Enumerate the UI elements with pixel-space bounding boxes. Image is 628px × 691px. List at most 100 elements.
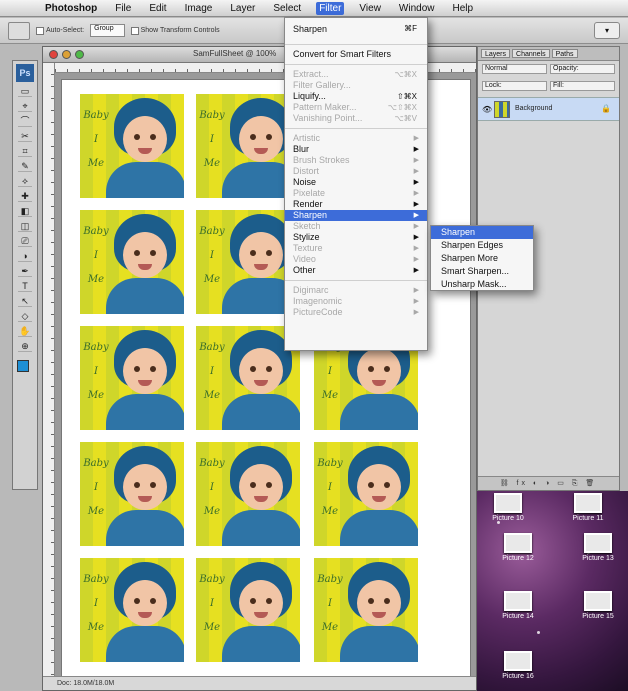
desktop-file-icon[interactable]: Picture 12 xyxy=(487,533,549,562)
auto-select-dropdown[interactable]: Group xyxy=(90,24,125,37)
filter-menu-item-imagenomic[interactable]: Imagenomic ▶ xyxy=(285,296,427,307)
filter-menu-item-noise[interactable]: Noise ▶ xyxy=(285,177,427,188)
tool-button[interactable]: ✒ xyxy=(18,265,32,277)
show-transform-checkbox[interactable]: Show Transform Controls xyxy=(130,26,220,35)
filter-menu-item-extract[interactable]: Extract... ⌥⌘X xyxy=(285,69,427,80)
filter-menu-item-video[interactable]: Video ▶ xyxy=(285,254,427,265)
filter-menu-item-texture[interactable]: Texture ▶ xyxy=(285,243,427,254)
baby-face xyxy=(239,116,283,162)
desktop-file-icon[interactable]: Picture 14 xyxy=(487,591,549,620)
sharpen-submenu-item[interactable]: Sharpen Edges xyxy=(431,239,533,252)
baby-jacket xyxy=(106,394,184,430)
desktop-file-label: Picture 12 xyxy=(502,555,534,562)
foreground-color-swatch[interactable] xyxy=(17,360,29,372)
menu-filter[interactable]: Filter xyxy=(316,1,345,15)
blend-mode-dropdown[interactable]: Normal xyxy=(482,64,547,74)
photo-tile: Baby I Me xyxy=(80,442,184,546)
tool-button[interactable]: ▭ xyxy=(18,85,32,97)
tool-button[interactable]: ↖ xyxy=(18,295,32,307)
close-window-button[interactable] xyxy=(49,50,58,59)
minimize-window-button[interactable] xyxy=(62,50,71,59)
menu-photoshop[interactable]: Photoshop xyxy=(42,2,100,15)
filter-menu-item-pattern-maker[interactable]: Pattern Maker... ⌥⇧⌘X xyxy=(285,102,427,113)
opacity-field[interactable]: Opacity: xyxy=(550,64,615,74)
filter-menu-item-other[interactable]: Other ▶ xyxy=(285,265,427,276)
filter-menu-item-brush-strokes[interactable]: Brush Strokes ▶ xyxy=(285,155,427,166)
tab-channels[interactable]: Channels xyxy=(512,49,550,58)
tool-button[interactable]: ⊕ xyxy=(18,340,32,352)
sharpen-submenu-item[interactable]: Unsharp Mask... xyxy=(431,278,533,291)
tool-button[interactable]: ✋ xyxy=(18,325,32,337)
tool-button[interactable]: ✂ xyxy=(18,130,32,142)
tool-button[interactable]: ◑ xyxy=(18,250,32,262)
filter-menu-item-artistic[interactable]: Artistic ▶ xyxy=(285,133,427,144)
tool-button[interactable]: ◧ xyxy=(18,205,32,217)
script-line: Baby xyxy=(83,458,109,469)
fill-field[interactable]: Fill: xyxy=(550,81,615,91)
move-tool-preset-button[interactable] xyxy=(8,21,30,40)
filter-menu-item-render[interactable]: Render ▶ xyxy=(285,199,427,210)
tool-button[interactable]: ⌒ xyxy=(18,115,32,127)
mouth xyxy=(372,496,386,502)
filter-menu-item-sharpen[interactable]: Sharpen ⌘F xyxy=(285,18,427,40)
filter-menu-item-filter-gallery[interactable]: Filter Gallery... xyxy=(285,80,427,91)
eye xyxy=(134,250,140,256)
tool-button[interactable]: ◇ xyxy=(18,310,32,322)
tab-paths[interactable]: Paths xyxy=(551,49,578,58)
auto-select-checkbox[interactable]: Auto-Select: xyxy=(36,26,84,35)
tool-button[interactable]: ⌗ xyxy=(18,145,32,157)
layer-row-background[interactable]: 👁 Background 🔒 xyxy=(478,97,619,121)
filter-menu-item-picturecode[interactable]: PictureCode ▶ xyxy=(285,307,427,318)
desktop-file-icon[interactable]: Picture 11 xyxy=(557,493,619,522)
sharpen-submenu-item[interactable]: Sharpen xyxy=(431,226,533,239)
tool-button[interactable]: T xyxy=(18,280,32,292)
menu-file[interactable]: File xyxy=(112,2,134,15)
tool-button[interactable]: ⌖ xyxy=(18,100,32,112)
tool-button[interactable]: ◫ xyxy=(18,220,32,232)
layers-panel-footer[interactable]: ⛓ fx ◐ ◑ ▭ ⎘ 🗑 xyxy=(478,476,619,490)
tool-button[interactable]: ✚ xyxy=(18,190,32,202)
filter-menu-item-liquify[interactable]: Liquify... ⇧⌘X xyxy=(285,91,427,102)
filter-menu-item-distort[interactable]: Distort ▶ xyxy=(285,166,427,177)
filter-menu-item-convert-for-smart-filters[interactable]: Convert for Smart Filters xyxy=(285,49,427,60)
menu-layer[interactable]: Layer xyxy=(227,2,258,15)
menu-window[interactable]: Window xyxy=(396,2,438,15)
filter-menu-item-digimarc[interactable]: Digimarc ▶ xyxy=(285,285,427,296)
menu-image[interactable]: Image xyxy=(182,2,216,15)
tool-button[interactable]: ⟡ xyxy=(18,175,32,187)
script-line: I xyxy=(210,598,214,609)
menu-select[interactable]: Select xyxy=(270,2,304,15)
sharpen-submenu-item[interactable]: Sharpen More xyxy=(431,252,533,265)
filter-menu-item-blur[interactable]: Blur ▶ xyxy=(285,144,427,155)
mouth xyxy=(372,612,386,618)
lock-controls[interactable]: Lock: xyxy=(482,81,547,91)
desktop-file-icon[interactable]: Picture 16 xyxy=(487,651,549,680)
filter-menu: Sharpen ⌘F Convert for Smart Filters Extrac… xyxy=(284,17,428,351)
workspace-button[interactable]: ▾ xyxy=(594,22,620,39)
filter-menu-item-sharpen[interactable]: Sharpen ▶ xyxy=(285,210,427,221)
menu-view[interactable]: View xyxy=(356,2,384,15)
filter-menu-item-sketch[interactable]: Sketch ▶ xyxy=(285,221,427,232)
image-file-icon xyxy=(504,651,532,671)
eye-icon[interactable]: 👁 xyxy=(482,105,492,114)
menu-edit[interactable]: Edit xyxy=(146,2,169,15)
menu-help[interactable]: Help xyxy=(450,2,477,15)
vertical-ruler[interactable] xyxy=(43,63,55,676)
desktop-file-icon[interactable]: Picture 15 xyxy=(567,591,628,620)
tool-button[interactable]: ⎚ xyxy=(18,235,32,247)
menu-item-label: Render xyxy=(293,199,323,209)
script-line: I xyxy=(328,366,332,377)
filter-menu-item-pixelate[interactable]: Pixelate ▶ xyxy=(285,188,427,199)
desktop-file-icon[interactable]: Picture 10 xyxy=(477,493,539,522)
filter-menu-item-vanishing-point[interactable]: Vanishing Point... ⌥⌘V xyxy=(285,113,427,124)
eye xyxy=(134,482,140,488)
tab-layers[interactable]: Layers xyxy=(481,49,511,58)
menu-item-label: Video xyxy=(293,254,316,264)
zoom-window-button[interactable] xyxy=(75,50,84,59)
filter-menu-item-stylize[interactable]: Stylize ▶ xyxy=(285,232,427,243)
submenu-arrow-icon: ▶ xyxy=(413,234,419,241)
tool-button[interactable]: ✎ xyxy=(18,160,32,172)
sharpen-submenu-item[interactable]: Smart Sharpen... xyxy=(431,265,533,278)
menu-item-label: Liquify... xyxy=(293,91,326,101)
desktop-file-icon[interactable]: Picture 13 xyxy=(567,533,628,562)
